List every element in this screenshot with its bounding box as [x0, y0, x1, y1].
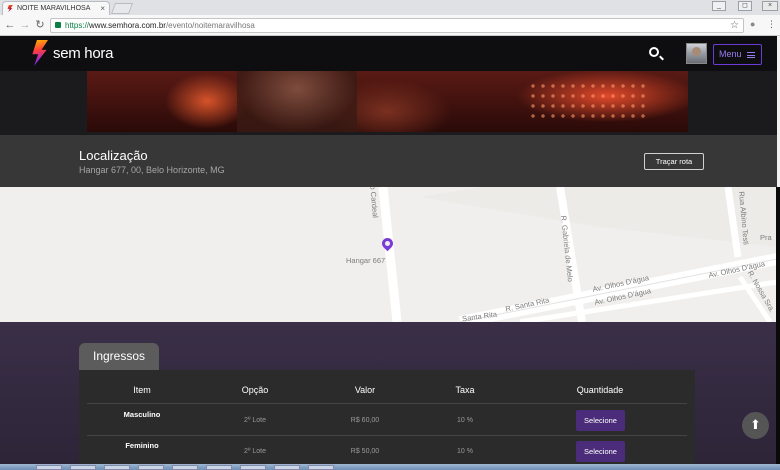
select-button[interactable]: Selecione: [576, 410, 625, 431]
column-header-fee: Taxa: [455, 385, 475, 395]
bookmark-star-icon[interactable]: ☆: [730, 19, 739, 32]
new-tab-button[interactable]: [110, 3, 134, 14]
table-divider: [87, 435, 687, 436]
close-window-button[interactable]: ×: [762, 1, 778, 11]
ticket-fee: 10 %: [457, 417, 473, 424]
browser-menu-icon[interactable]: ⋮: [767, 19, 776, 30]
url-protocol: https://: [65, 21, 90, 30]
browser-tab-title: NOITE MARAVILHOSA: [17, 5, 91, 12]
taskbar-item[interactable]: [104, 465, 130, 470]
taskbar-item[interactable]: [274, 465, 300, 470]
ticket-fee: 10 %: [457, 448, 473, 455]
route-button[interactable]: Traçar rota: [644, 153, 704, 170]
search-icon[interactable]: [649, 47, 659, 57]
table-divider: [87, 403, 687, 404]
column-header-quantity: Quantidade: [576, 385, 624, 395]
taskbar-item[interactable]: [70, 465, 96, 470]
taskbar-item[interactable]: [36, 465, 62, 470]
taskbar-item[interactable]: [172, 465, 198, 470]
column-header-item: Item: [133, 385, 151, 395]
tab-ingressos[interactable]: Ingressos: [79, 343, 159, 370]
ticket-value: R$ 60,00: [350, 417, 380, 424]
forward-button[interactable]: →: [19, 18, 31, 32]
browser-tab-strip: NOITE MARAVILHOSA × _ ◻ ×: [0, 0, 780, 15]
browser-tab[interactable]: NOITE MARAVILHOSA ×: [2, 1, 110, 15]
taskbar-item[interactable]: [240, 465, 266, 470]
ticket-value: R$ 50,00: [350, 448, 380, 455]
address-bar[interactable]: https://www.semhora.com.br/evento/noitem…: [50, 18, 744, 33]
taskbar-item[interactable]: [138, 465, 164, 470]
map-pin-label: Hangar 667: [346, 256, 386, 265]
scrollbar[interactable]: [776, 187, 780, 470]
scroll-to-top-icon[interactable]: ⬆: [742, 412, 769, 439]
taskbar-item[interactable]: [206, 465, 232, 470]
location-title: Localização: [79, 148, 148, 163]
url-path: /evento/noitemaravilhosa: [165, 21, 255, 30]
ticket-option: 2º Lote: [243, 417, 267, 424]
ticket-option: 2º Lote: [243, 448, 267, 455]
favicon-icon: [7, 5, 13, 12]
lock-icon: [55, 22, 61, 28]
ticket-item-name: Feminino: [125, 441, 159, 450]
avatar[interactable]: [686, 43, 707, 64]
logo-icon[interactable]: [32, 40, 48, 66]
select-button[interactable]: Selecione: [576, 441, 625, 462]
menu-label: Menu: [719, 49, 742, 59]
banner-lights: [528, 81, 648, 121]
reload-button[interactable]: ↻: [34, 18, 46, 32]
maximize-button[interactable]: ◻: [738, 1, 752, 11]
column-header-option: Opção: [241, 385, 269, 395]
tab-close-icon[interactable]: ×: [100, 2, 105, 15]
banner-figure: [237, 71, 357, 132]
extension-icon[interactable]: ●: [750, 19, 755, 29]
menu-button[interactable]: Menu: [713, 44, 762, 65]
column-header-value: Valor: [354, 385, 376, 395]
ticket-item-name: Masculino: [123, 410, 161, 419]
site-header: sem hora: [0, 36, 777, 71]
back-button[interactable]: ←: [4, 18, 16, 32]
map-roads: [0, 187, 777, 322]
minimize-button[interactable]: _: [712, 1, 726, 11]
hamburger-icon: [747, 52, 755, 58]
location-address: Hangar 677, 00, Belo Horizonte, MG: [79, 165, 225, 175]
url-host: www.semhora.com.br: [89, 21, 166, 30]
browser-toolbar: ← → ↻ https://www.semhora.com.br/evento/…: [0, 15, 780, 36]
logo-text[interactable]: sem hora: [53, 45, 113, 62]
taskbar-item[interactable]: [308, 465, 334, 470]
event-banner-image: [87, 71, 688, 132]
map-street-label: Pra: [760, 233, 772, 242]
map[interactable]: to Cardeal R. Gabriela de Melo R. Santa …: [0, 187, 777, 322]
